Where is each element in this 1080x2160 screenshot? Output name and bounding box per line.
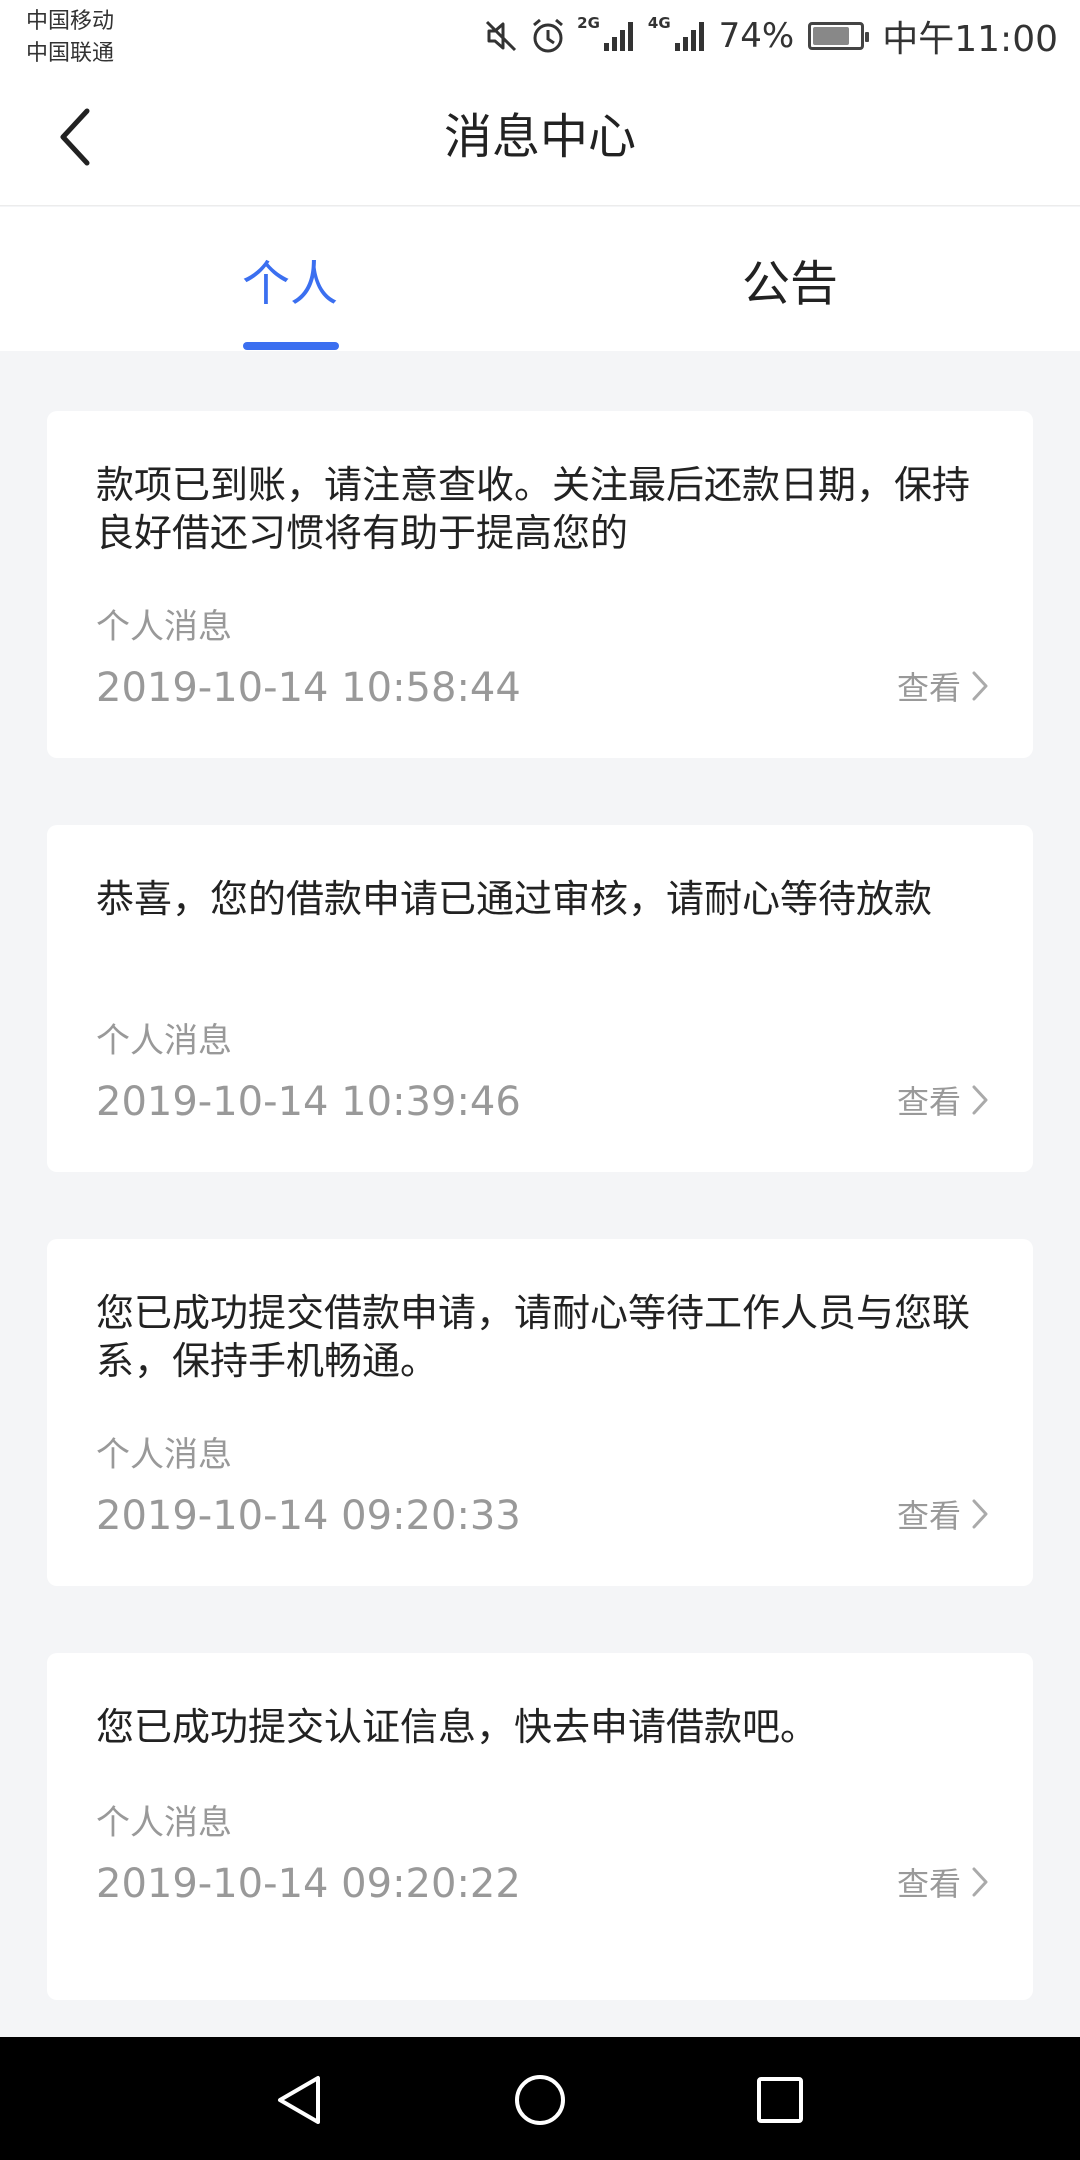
view-button[interactable]: 查看 [897, 1859, 989, 1905]
message-type: 个人消息 [96, 607, 232, 647]
view-button[interactable]: 查看 [897, 1077, 989, 1123]
status-time: 中午11:00 [882, 19, 1058, 60]
message-text: 您已成功提交认证信息，快去申请借款吧。 [96, 1705, 819, 1749]
chevron-right-icon [972, 1867, 988, 1897]
message-type: 个人消息 [96, 1435, 232, 1475]
status-bar: 中国移动 中国联通 2G 4G 74% 中午11:00 [0, 0, 1080, 72]
message-type: 个人消息 [96, 1021, 232, 1061]
message-text: 款项已到账，请注意查收。关注最后还款日期，保持良好借还习惯将有助于提高您的 [96, 463, 971, 555]
alarm-icon [529, 17, 567, 55]
app-header: 消息中心 [0, 72, 1080, 206]
system-nav-bar [0, 2037, 1080, 2160]
message-time: 2019-10-14 10:39:46 [96, 1079, 521, 1125]
tab-personal[interactable]: 个人 [0, 207, 580, 351]
recents-square-icon [757, 2077, 803, 2123]
mute-icon [483, 18, 519, 54]
tab-bar: 个人 公告 [0, 207, 1080, 351]
carrier-2: 中国联通 [26, 41, 115, 66]
signal-icon [602, 19, 638, 53]
message-type: 个人消息 [96, 1803, 232, 1843]
view-label: 查看 [896, 669, 961, 707]
message-card[interactable]: 您已成功提交借款申请，请耐心等待工作人员与您联系，保持手机畅通。 个人消息 20… [47, 1239, 1033, 1586]
nav-recents-button[interactable] [745, 2065, 815, 2135]
nav-back-button[interactable] [265, 2065, 335, 2135]
view-label: 查看 [896, 1865, 961, 1903]
message-card[interactable]: 您已成功提交认证信息，快去申请借款吧。 个人消息 2019-10-14 09:2… [47, 1653, 1033, 2000]
tab-notice[interactable]: 公告 [500, 207, 1080, 351]
signal-icon [673, 19, 709, 53]
page-title: 消息中心 [443, 109, 636, 165]
view-label: 查看 [896, 1083, 961, 1121]
net-2g-label: 2G [577, 14, 600, 32]
message-time: 2019-10-14 10:58:44 [96, 665, 521, 711]
message-card[interactable]: 恭喜，您的借款申请已通过审核，请耐心等待放款 个人消息 2019-10-14 1… [47, 825, 1033, 1172]
nav-home-button[interactable] [505, 2065, 575, 2135]
battery-icon [808, 22, 870, 50]
message-card[interactable]: 款项已到账，请注意查收。关注最后还款日期，保持良好借还习惯将有助于提高您的 个人… [47, 411, 1033, 758]
chevron-right-icon [972, 671, 988, 701]
status-indicators: 2G 4G 74% 中午11:00 [483, 12, 1058, 60]
carrier-1: 中国移动 [26, 9, 115, 34]
net-4g-label: 4G [647, 14, 671, 32]
view-label: 查看 [896, 1497, 961, 1535]
battery-percent: 74% [718, 16, 795, 56]
view-button[interactable]: 查看 [897, 663, 989, 709]
carrier-labels: 中国移动 中国联通 [26, 6, 114, 70]
screen: 中国移动 中国联通 2G 4G 74% 中午11:00 消息中心 个人 公告 款… [0, 0, 1080, 2160]
message-time: 2019-10-14 09:20:33 [96, 1493, 521, 1539]
message-time: 2019-10-14 09:20:22 [96, 1861, 521, 1907]
chevron-right-icon [972, 1085, 988, 1115]
message-text: 您已成功提交借款申请，请耐心等待工作人员与您联系，保持手机畅通。 [96, 1291, 971, 1383]
chevron-right-icon [972, 1499, 988, 1529]
view-button[interactable]: 查看 [897, 1491, 989, 1537]
back-triangle-icon [278, 2076, 320, 2124]
active-tab-indicator [243, 342, 339, 350]
message-text: 恭喜，您的借款申请已通过审核，请耐心等待放款 [96, 877, 933, 921]
home-circle-icon [515, 2075, 565, 2125]
